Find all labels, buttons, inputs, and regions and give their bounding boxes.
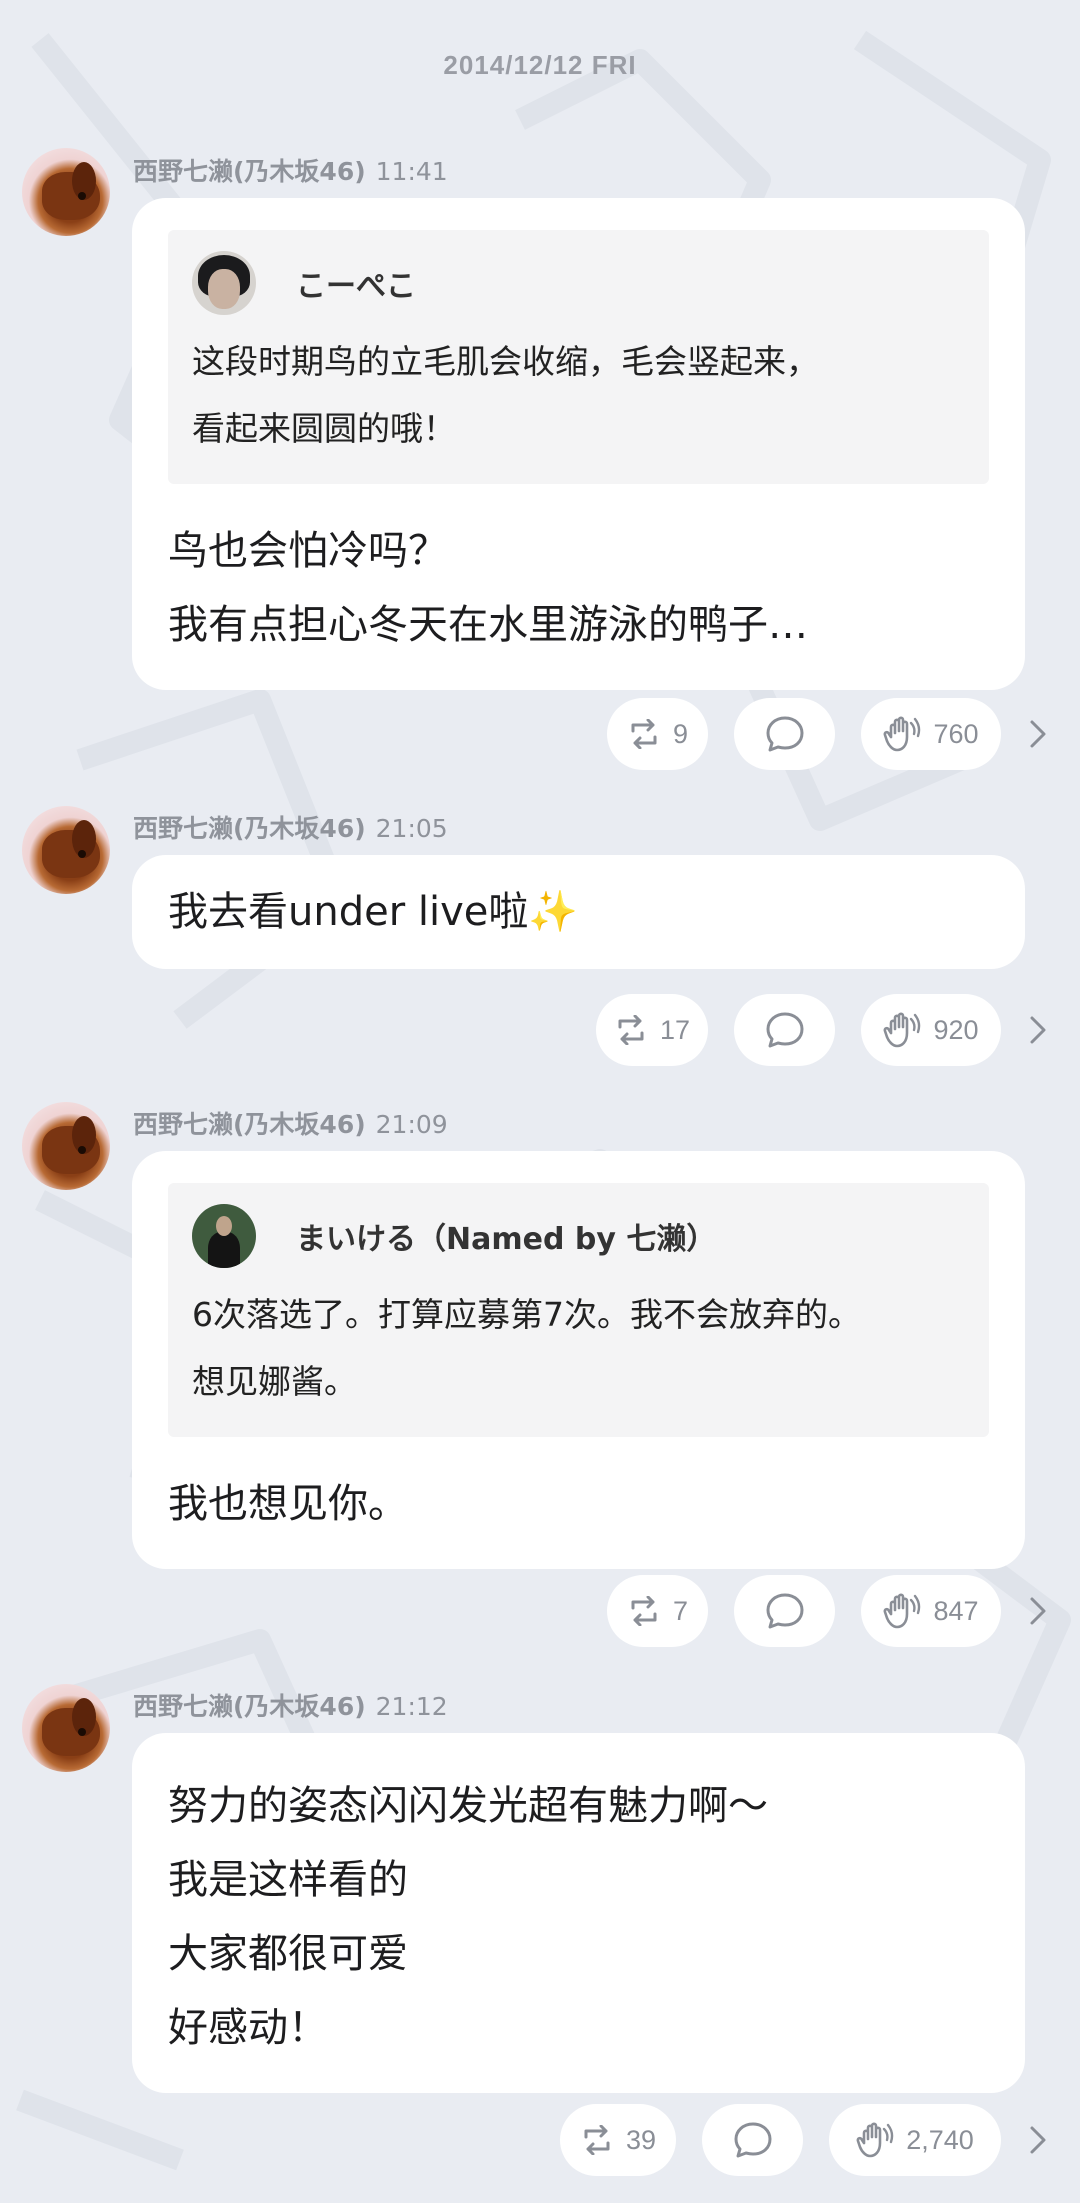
author-avatar[interactable] (22, 806, 110, 894)
comment-icon (766, 716, 803, 752)
message-meta: 西野七濑(乃木坂46) 21:05 (133, 809, 448, 845)
repost-icon (618, 1015, 644, 1045)
message-meta: 西野七濑(乃木坂46) 11:41 (133, 152, 448, 188)
comment-button[interactable] (702, 2104, 803, 2176)
message-text: 我也想见你。 (168, 1467, 989, 1541)
author-avatar[interactable] (22, 148, 110, 236)
author-name: 西野七濑(乃木坂46) (133, 157, 366, 186)
repost-count: 17 (659, 1014, 691, 1045)
timeline: 2014/12/12 FRI 西野七濑(乃木坂46) 11:41 こーぺこ 这段时… (0, 0, 1080, 2203)
clap-count: 920 (933, 1014, 979, 1045)
quoted-reply[interactable]: まいける（Named by 七濑） 6次落选了。打算应募第7次。我不会放弃的。 … (168, 1183, 989, 1437)
comment-icon (766, 1593, 803, 1629)
message-meta: 西野七濑(乃木坂46) 21:09 (133, 1105, 448, 1141)
quoted-text: 这段时期鸟的立毛肌会收缩，毛会竖起来， 看起来圆圆的哦！ (192, 328, 965, 462)
comment-button[interactable] (734, 698, 835, 770)
message-meta: 西野七濑(乃木坂46) 21:12 (133, 1687, 448, 1723)
comment-button[interactable] (734, 994, 835, 1066)
quoted-line: 6次落选了。打算应募第7次。我不会放弃的。 (192, 1295, 861, 1334)
message-line: 我去看under live啦✨ (168, 889, 579, 935)
quoted-user-avatar (192, 251, 256, 315)
date-header: 2014/12/12 FRI (443, 50, 637, 80)
message-line: 努力的姿态闪闪发光超有魅力啊～ (168, 1783, 768, 1829)
clap-icon (884, 1012, 921, 1048)
comment-icon (734, 2122, 771, 2158)
quoted-line: 想见娜酱。 (192, 1362, 357, 1401)
clap-count: 760 (933, 718, 979, 749)
quoted-user-name: まいける（Named by 七濑） (296, 1222, 717, 1257)
clap-button[interactable]: 920 (861, 994, 1001, 1066)
repost-button[interactable]: 7 (607, 1575, 708, 1647)
message-bubble[interactable]: まいける（Named by 七濑） 6次落选了。打算应募第7次。我不会放弃的。 … (132, 1151, 1025, 1569)
message-line: 大家都很可爱 (168, 1931, 408, 1977)
chevron-right-icon[interactable] (1023, 1012, 1053, 1048)
message-actions: 17 920 (0, 994, 1080, 1070)
message-time: 11:41 (375, 157, 448, 186)
comment-icon (766, 1012, 803, 1048)
message-line: 我有点担心冬天在水里游泳的鸭子… (168, 602, 808, 648)
repost-button[interactable]: 9 (607, 698, 708, 770)
message-time: 21:12 (375, 1692, 448, 1721)
message-line: 鸟也会怕冷吗？ (168, 528, 448, 574)
clap-icon (856, 2122, 894, 2158)
message-text: 努力的姿态闪闪发光超有魅力啊～ 我是这样看的 大家都很可爱 好感动！ (168, 1769, 989, 2065)
clap-count: 847 (933, 1595, 979, 1626)
quoted-line: 看起来圆圆的哦！ (192, 409, 456, 448)
repost-count: 7 (672, 1595, 689, 1626)
repost-button[interactable]: 17 (596, 994, 708, 1066)
message-bubble[interactable]: 我去看under live啦✨ (132, 855, 1025, 969)
author-name: 西野七濑(乃木坂46) (133, 1692, 366, 1721)
message-text: 我去看under live啦✨ (168, 875, 989, 949)
quoted-reply[interactable]: こーぺこ 这段时期鸟的立毛肌会收缩，毛会竖起来， 看起来圆圆的哦！ (168, 230, 989, 484)
quoted-text: 6次落选了。打算应募第7次。我不会放弃的。 想见娜酱。 (192, 1281, 965, 1415)
message-line: 好感动！ (168, 2005, 328, 2051)
message-bubble[interactable]: こーぺこ 这段时期鸟的立毛肌会收缩，毛会竖起来， 看起来圆圆的哦！ 鸟也会怕冷吗… (132, 198, 1025, 690)
message-actions: 9 760 (0, 698, 1080, 774)
author-avatar[interactable] (22, 1102, 110, 1190)
message-line: 我是这样看的 (168, 1857, 408, 1903)
repost-count: 39 (625, 2124, 657, 2155)
author-name: 西野七濑(乃木坂46) (133, 1110, 366, 1139)
clap-button[interactable]: 847 (861, 1575, 1001, 1647)
comment-button[interactable] (734, 1575, 835, 1647)
clap-button[interactable]: 2,740 (829, 2104, 1001, 2176)
message-bubble[interactable]: 努力的姿态闪闪发光超有魅力啊～ 我是这样看的 大家都很可爱 好感动！ (132, 1733, 1025, 2093)
repost-button[interactable]: 39 (560, 2104, 676, 2176)
chevron-right-icon[interactable] (1023, 1593, 1053, 1629)
chevron-right-icon[interactable] (1023, 2122, 1053, 2158)
author-avatar[interactable] (22, 1684, 110, 1772)
message-actions: 7 847 (0, 1575, 1080, 1651)
message-line: 我也想见你。 (168, 1481, 408, 1527)
message-text: 鸟也会怕冷吗？ 我有点担心冬天在水里游泳的鸭子… (168, 514, 989, 662)
clap-button[interactable]: 760 (861, 698, 1001, 770)
message-actions: 39 2,740 (0, 2104, 1080, 2180)
repost-count: 9 (672, 718, 689, 749)
repost-icon (631, 1596, 657, 1626)
repost-icon (631, 719, 657, 749)
quoted-user-name: こーぺこ (296, 269, 416, 304)
message-time: 21:05 (375, 814, 448, 843)
repost-icon (584, 2125, 610, 2155)
clap-icon (884, 1593, 921, 1629)
quoted-user-avatar (192, 1204, 256, 1268)
chevron-right-icon[interactable] (1023, 716, 1053, 752)
clap-count: 2,740 (906, 2124, 974, 2155)
clap-icon (884, 716, 921, 752)
message-time: 21:09 (375, 1110, 448, 1139)
author-name: 西野七濑(乃木坂46) (133, 814, 366, 843)
quoted-line: 这段时期鸟的立毛肌会收缩，毛会竖起来， (192, 342, 819, 381)
